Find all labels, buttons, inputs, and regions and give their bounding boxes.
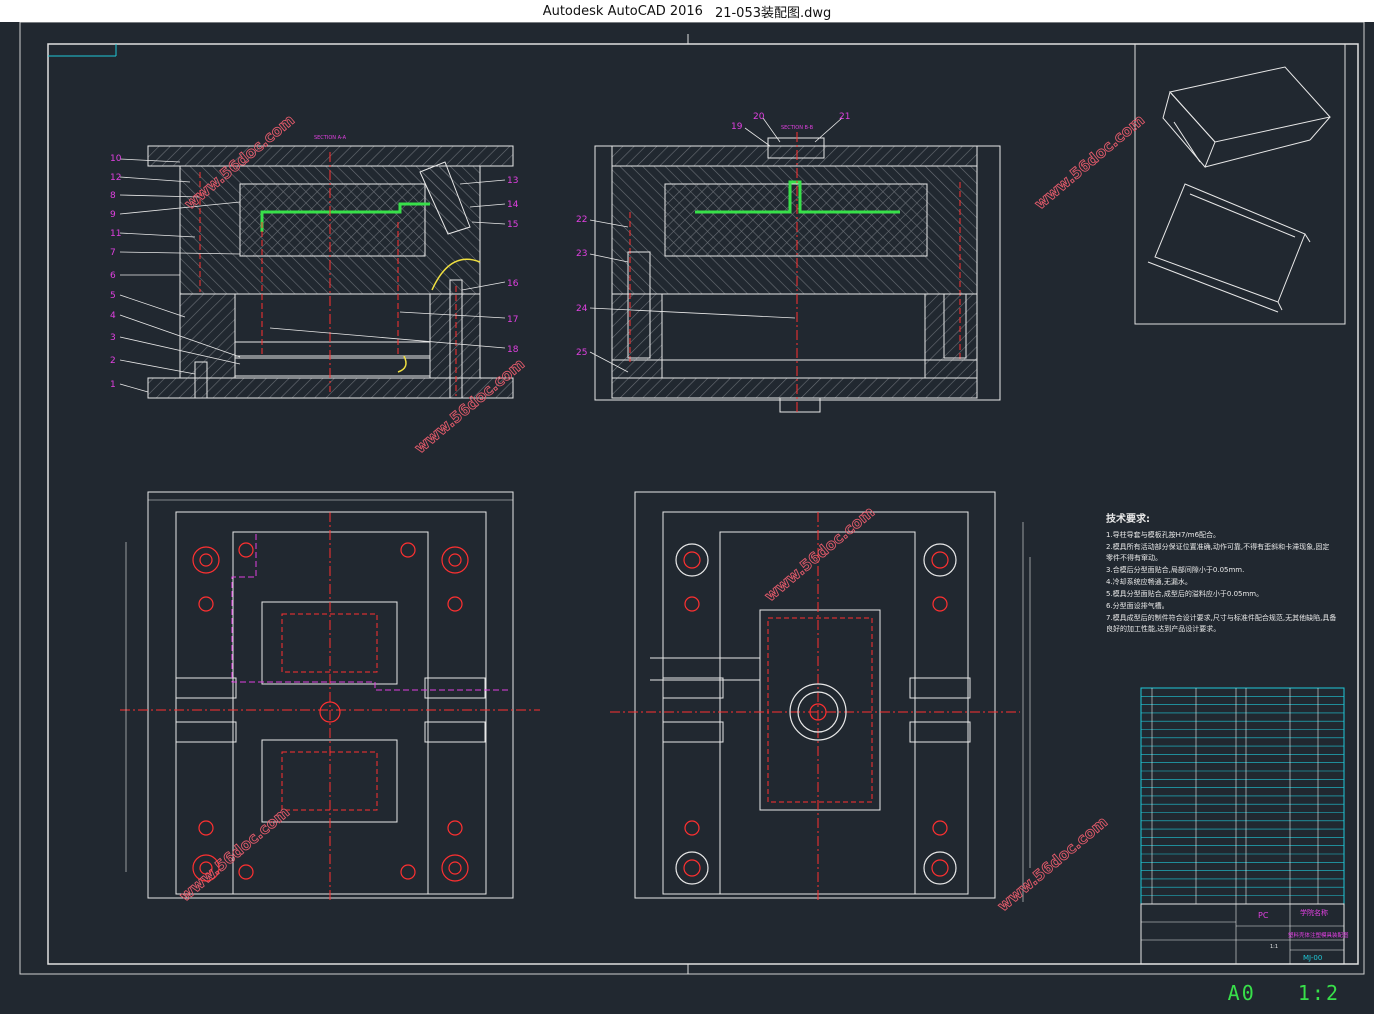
svg-text:8: 8 xyxy=(110,191,116,201)
svg-text:4: 4 xyxy=(110,311,116,321)
tb-school: 学院名称 xyxy=(1300,908,1328,917)
tb-material: PC xyxy=(1258,911,1269,920)
svg-text:13: 13 xyxy=(507,176,518,186)
svg-text:5.模具分型面贴合,成型后的溢料应小于0.05mm。: 5.模具分型面贴合,成型后的溢料应小于0.05mm。 xyxy=(1106,589,1263,598)
svg-text:2: 2 xyxy=(110,356,116,366)
svg-text:良好的加工性能,达到产品设计要求。: 良好的加工性能,达到产品设计要求。 xyxy=(1106,624,1220,633)
drawing-canvas[interactable]: SECTION A-A 10 12 8 9 11 7 6 5 4 3 2 1 1… xyxy=(0,21,1374,1009)
svg-text:3: 3 xyxy=(110,333,116,343)
window-title-bar: Autodesk AutoCAD 2016 21-053装配图.dwg xyxy=(0,0,1374,22)
svg-text:3.合模后分型面贴合,局部间隙小于0.05mm.: 3.合模后分型面贴合,局部间隙小于0.05mm. xyxy=(1106,565,1244,574)
tb-scale: 1:1 xyxy=(1270,944,1278,950)
drawing-svg[interactable]: SECTION A-A 10 12 8 9 11 7 6 5 4 3 2 1 1… xyxy=(0,21,1374,1009)
section-b-label: SECTION B-B xyxy=(781,125,814,131)
svg-text:16: 16 xyxy=(507,279,519,289)
svg-text:1: 1 xyxy=(110,380,116,390)
svg-text:7.模具成型后的制件符合设计要求,尺寸与标准件配合规范,无其: 7.模具成型后的制件符合设计要求,尺寸与标准件配合规范,无其他缺陷,具备 xyxy=(1106,613,1336,622)
svg-text:21: 21 xyxy=(839,112,850,122)
paper-scale-label: A0 1:2 xyxy=(1227,981,1340,1005)
svg-text:25: 25 xyxy=(576,348,587,358)
svg-text:5: 5 xyxy=(110,291,116,301)
plan-view-left xyxy=(120,491,540,902)
svg-text:10: 10 xyxy=(110,154,122,164)
svg-text:www.56doc.com: www.56doc.com xyxy=(761,503,878,605)
side-section-view: SECTION B-B xyxy=(594,125,1001,414)
front-section-view: SECTION A-A xyxy=(147,135,514,399)
svg-text:24: 24 xyxy=(576,304,588,314)
svg-text:20: 20 xyxy=(753,112,765,122)
svg-text:6.分型面设排气槽。: 6.分型面设排气槽。 xyxy=(1106,601,1169,610)
svg-text:15: 15 xyxy=(507,220,518,230)
file-name: 21-053装配图.dwg xyxy=(714,5,832,21)
svg-text:1.导柱导套与模板孔按H7/m6配合。: 1.导柱导套与模板孔按H7/m6配合。 xyxy=(1106,530,1220,539)
svg-text:14: 14 xyxy=(507,200,519,210)
bom-table xyxy=(1140,687,1345,905)
svg-text:www.56doc.com: www.56doc.com xyxy=(1031,111,1148,213)
svg-text:4.冷却系统应畅通,无漏水。: 4.冷却系统应畅通,无漏水。 xyxy=(1106,577,1192,586)
svg-text:零件不得有窜动。: 零件不得有窜动。 xyxy=(1106,553,1162,562)
plan-right-holes xyxy=(675,543,957,885)
svg-text:22: 22 xyxy=(576,215,587,225)
svg-text:23: 23 xyxy=(576,249,587,259)
tech-title: 技术要求: xyxy=(1106,512,1150,525)
svg-text:7: 7 xyxy=(110,248,116,258)
svg-text:11: 11 xyxy=(110,229,121,239)
svg-text:9: 9 xyxy=(110,210,116,220)
iso-part-lower xyxy=(1147,183,1311,313)
svg-text:www.56doc.com: www.56doc.com xyxy=(994,813,1111,915)
section-a-label: SECTION A-A xyxy=(314,135,347,141)
title-block: PC 学院名称 塑料壳体注塑模具装配图 MJ-00 1:1 xyxy=(1140,903,1349,965)
svg-text:2.模具所有活动部分保证位置准确,动作可靠,不得有歪斜和卡滞: 2.模具所有活动部分保证位置准确,动作可靠,不得有歪斜和卡滞现象,固定 xyxy=(1106,542,1329,551)
svg-text:6: 6 xyxy=(110,271,116,281)
svg-text:17: 17 xyxy=(507,315,518,325)
app-title: Autodesk AutoCAD 2016 xyxy=(542,3,703,19)
svg-text:18: 18 xyxy=(507,345,519,355)
svg-text:www.56doc.com: www.56doc.com xyxy=(176,803,293,905)
svg-text:19: 19 xyxy=(731,122,743,132)
svg-text:12: 12 xyxy=(110,173,121,183)
iso-part-upper xyxy=(1162,66,1331,168)
tech-requirements: 技术要求: 1.导柱导套与模板孔按H7/m6配合。 2.模具所有活动部分保证位置… xyxy=(1106,512,1336,633)
tb-drawing-name: 塑料壳体注塑模具装配图 xyxy=(1288,931,1349,939)
iso-view-frame xyxy=(1134,43,1346,325)
tb-drawing-no: MJ-00 xyxy=(1303,954,1322,962)
